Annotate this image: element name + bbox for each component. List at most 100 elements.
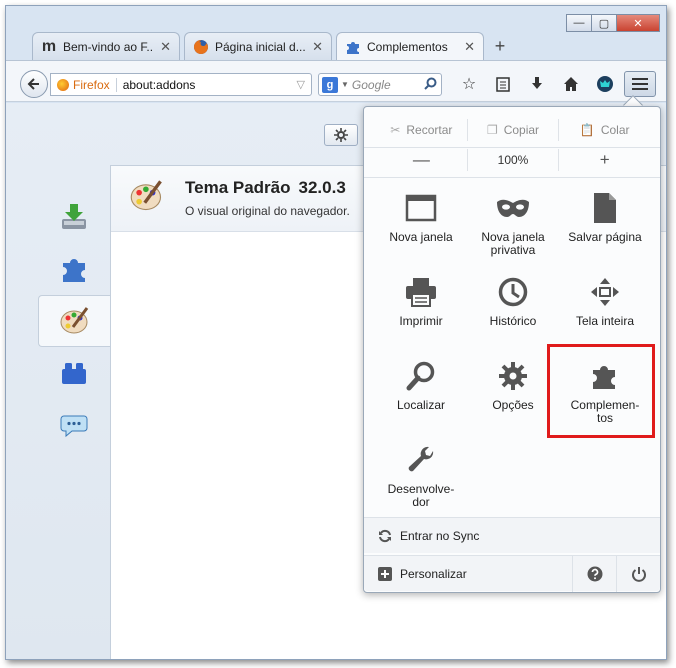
category-list — [38, 191, 110, 451]
clock-icon — [496, 275, 530, 309]
minimize-button[interactable]: — — [566, 14, 592, 32]
back-button[interactable] — [20, 70, 48, 98]
dropdown-arrow-icon[interactable]: ▽ — [297, 78, 305, 91]
highlight-box — [547, 344, 655, 438]
scissors-icon: ✂ — [390, 123, 401, 137]
save-page-icon — [588, 191, 622, 225]
back-arrow-icon — [27, 78, 39, 90]
new-window-button[interactable]: Nova janela — [376, 185, 466, 269]
fullscreen-button[interactable]: Tela inteira — [560, 269, 650, 353]
zoom-out-button[interactable]: — — [376, 149, 468, 171]
sync-icon — [378, 529, 392, 543]
hamburger-icon — [632, 78, 648, 80]
gear-icon — [334, 128, 348, 142]
identity-box[interactable]: Firefox — [57, 77, 117, 92]
zoom-reset-button[interactable]: 100% — [468, 149, 560, 171]
copy-label: Copiar — [503, 123, 540, 137]
tab-title: Complementos — [367, 39, 448, 54]
bookmark-star-icon[interactable]: ☆ — [452, 73, 486, 95]
print-button[interactable]: Imprimir — [376, 269, 466, 353]
paste-label: Colar — [600, 123, 630, 137]
tab-bem-vindo[interactable]: m Bem-vindo ao F... ✕ — [32, 32, 180, 60]
menu-item-label: Localizar — [396, 398, 446, 412]
menu-item-label: Nova janela — [389, 230, 453, 244]
new-window-icon — [404, 191, 438, 225]
engine-dropdown-icon[interactable]: ▼ — [341, 80, 349, 89]
download-tray-icon — [62, 204, 86, 229]
tab-pagina-inicial[interactable]: Página inicial d... ✕ — [184, 32, 332, 60]
google-engine-icon[interactable]: g — [322, 76, 338, 93]
tab-complementos[interactable]: Complementos ✕ — [336, 32, 484, 60]
printer-icon — [404, 275, 438, 309]
menu-item-label: Desenvolve-dor — [387, 482, 455, 509]
addon-description: O visual original do navegador. — [185, 204, 350, 218]
addon-text: Tema Padrão 32.0.3 O visual original do n… — [185, 178, 350, 218]
toolbar-icons: ☆ — [452, 73, 622, 95]
quit-button[interactable] — [616, 556, 660, 592]
fullscreen-arrows-icon — [588, 275, 622, 309]
tab-title: Página inicial d... — [215, 39, 306, 54]
menu-item-label: Imprimir — [399, 314, 443, 328]
category-appearance[interactable] — [38, 295, 110, 347]
tab-close-icon[interactable]: ✕ — [312, 39, 323, 55]
addon-version: 32.0.3 — [298, 178, 346, 197]
category-extensions[interactable] — [38, 243, 110, 295]
cut-label: Recortar — [406, 123, 453, 137]
palette-icon — [130, 180, 162, 211]
category-services[interactable] — [38, 399, 110, 451]
tab-title: Bem-vindo ao F... — [63, 39, 155, 54]
category-get-addons[interactable] — [38, 191, 110, 243]
maximize-button[interactable]: ▢ — [591, 14, 617, 32]
zoom-in-button[interactable]: + — [559, 149, 650, 171]
help-button[interactable] — [572, 556, 616, 592]
copy-button[interactable]: ❐ Copiar — [468, 119, 560, 141]
menu-item-label: Opções — [492, 398, 534, 412]
developer-button[interactable]: Desenvolve-dor — [376, 437, 466, 521]
palette-icon — [60, 307, 88, 334]
search-input[interactable]: Google — [352, 78, 424, 92]
cut-button[interactable]: ✂ Recortar — [376, 119, 468, 141]
extension-icon[interactable] — [588, 73, 622, 95]
category-plugins[interactable] — [38, 347, 110, 399]
url-text[interactable]: about:addons — [123, 78, 297, 92]
downloads-icon[interactable] — [520, 73, 554, 95]
paste-button[interactable]: 📋 Colar — [559, 119, 650, 141]
clipboard-icon: 📋 — [579, 123, 595, 137]
addon-name: Tema Padrão — [185, 178, 291, 197]
sync-button[interactable]: Entrar no Sync — [364, 517, 660, 553]
url-bar[interactable]: Firefox about:addons ▽ — [50, 73, 312, 96]
plus-box-icon — [378, 566, 392, 581]
copy-icon: ❐ — [486, 123, 498, 137]
lego-block-icon — [62, 363, 86, 384]
new-tab-button[interactable]: + — [488, 32, 512, 60]
home-icon[interactable] — [554, 73, 588, 95]
menu-item-label: Salvar página — [568, 230, 642, 244]
open-menu-button[interactable] — [624, 71, 656, 97]
divider — [364, 147, 660, 148]
navigation-toolbar: Firefox about:addons ▽ g ▼ Google ☆ — [6, 60, 666, 102]
search-icon[interactable] — [424, 77, 437, 93]
wrench-icon — [404, 443, 438, 477]
magnifier-icon — [404, 359, 438, 393]
search-bar[interactable]: g ▼ Google — [318, 73, 442, 96]
tools-gear-button[interactable] — [324, 124, 358, 146]
divider — [364, 177, 660, 178]
tab-close-icon[interactable]: ✕ — [160, 39, 171, 55]
menu-item-label: Tela inteira — [575, 314, 635, 328]
customize-button[interactable]: Personalizar — [364, 555, 660, 592]
find-button[interactable]: Localizar — [376, 353, 466, 437]
identity-label: Firefox — [73, 77, 110, 92]
close-window-button[interactable]: ✕ — [616, 14, 660, 32]
history-button[interactable]: Histórico — [468, 269, 558, 353]
bookmarks-menu-icon[interactable] — [486, 73, 520, 95]
chat-bubble-icon — [60, 415, 88, 438]
zoom-controls: — 100% + — [376, 149, 650, 171]
help-icon — [587, 566, 602, 582]
private-window-button[interactable]: Nova janela privativa — [468, 185, 558, 269]
options-button[interactable]: Opções — [468, 353, 558, 437]
private-mask-icon — [496, 191, 530, 225]
tab-close-icon[interactable]: ✕ — [464, 39, 475, 55]
customize-label: Personalizar — [400, 566, 467, 581]
puzzle-icon — [63, 259, 85, 282]
save-page-button[interactable]: Salvar página — [560, 185, 650, 269]
